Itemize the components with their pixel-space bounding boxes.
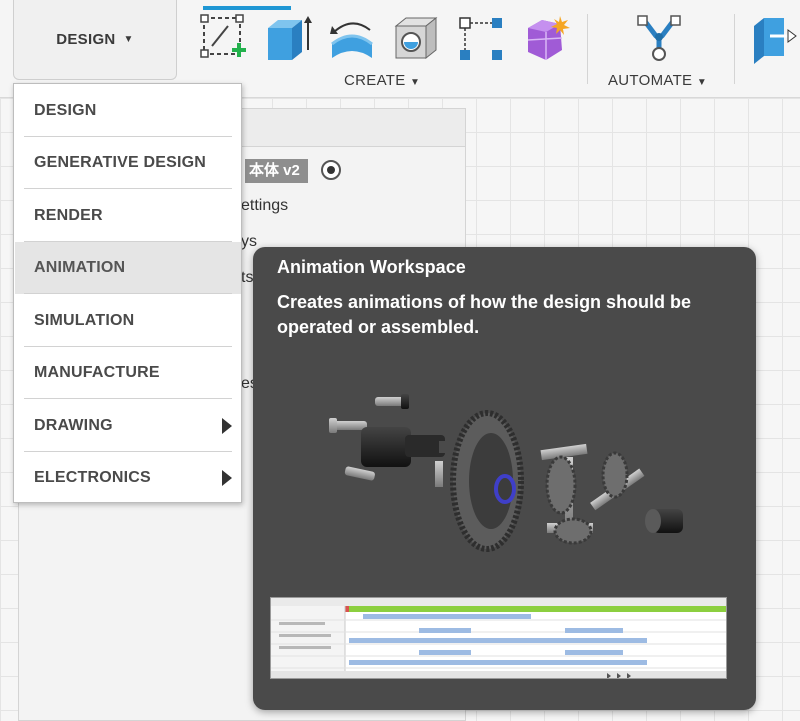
menu-item-drawing[interactable]: DRAWING xyxy=(15,400,241,452)
bolt-part xyxy=(375,394,409,409)
activate-radio-icon[interactable] xyxy=(321,160,341,180)
exploded-assembly-image xyxy=(329,394,683,552)
workspace-tooltip: Animation Workspace Creates animations o… xyxy=(253,247,756,710)
workspace-label: DESIGN xyxy=(56,31,116,48)
create-group-label[interactable]: CREATE xyxy=(344,72,406,89)
menu-item-electronics[interactable]: ELECTRONICS xyxy=(15,452,241,504)
submenu-arrow-icon xyxy=(222,470,232,486)
browser-row-settings[interactable]: ettings xyxy=(241,197,288,215)
workspace-menu: DESIGN GENERATIVE DESIGN RENDER ANIMATIO… xyxy=(13,83,242,503)
automate-icon[interactable] xyxy=(634,14,686,64)
toolbar-separator xyxy=(587,14,588,84)
active-tool-indicator xyxy=(203,6,291,10)
browser-row-units[interactable]: ts xyxy=(241,269,253,287)
menu-item-simulation[interactable]: SIMULATION xyxy=(15,295,241,347)
menu-item-design[interactable]: DESIGN xyxy=(15,85,241,137)
create-sketch-icon[interactable] xyxy=(198,14,250,64)
menu-item-generative-design[interactable]: GENERATIVE DESIGN xyxy=(15,137,241,189)
create-form-icon[interactable] xyxy=(520,14,572,64)
caret-down-icon: ▼ xyxy=(123,34,134,45)
hole-icon[interactable] xyxy=(390,14,442,64)
modify-icon[interactable] xyxy=(750,14,800,64)
active-document-name[interactable]: 本体 v2 xyxy=(245,159,308,183)
bolt-part xyxy=(329,418,367,433)
workspace-switcher-button[interactable]: DESIGN ▼ xyxy=(13,0,177,80)
axle-part xyxy=(590,451,645,511)
timeline-graphic xyxy=(271,598,726,678)
gear-housing-part xyxy=(361,427,453,487)
caret-down-icon[interactable]: ▼ xyxy=(410,77,420,88)
differential-cage-part xyxy=(540,443,593,545)
tooltip-description: Creates animations of how the design sho… xyxy=(277,292,692,337)
animation-timeline-preview xyxy=(270,597,727,679)
bolt-part xyxy=(344,466,375,481)
menu-divider xyxy=(24,398,232,399)
toolbar-separator xyxy=(734,14,735,84)
automate-group-label[interactable]: AUTOMATE xyxy=(608,72,692,89)
submenu-arrow-icon xyxy=(222,418,232,434)
revolve-icon[interactable] xyxy=(326,14,378,64)
menu-item-render[interactable]: RENDER xyxy=(15,190,241,242)
pattern-icon[interactable] xyxy=(456,14,508,64)
end-cap-part xyxy=(645,509,683,533)
menu-divider xyxy=(24,293,232,294)
menu-item-manufacture[interactable]: MANUFACTURE xyxy=(15,347,241,399)
browser-row-views[interactable]: ys xyxy=(241,233,257,251)
menu-divider xyxy=(24,188,232,189)
ring-gear-part xyxy=(450,410,524,552)
caret-down-icon[interactable]: ▼ xyxy=(697,77,707,88)
extrude-icon[interactable] xyxy=(262,14,314,64)
menu-item-animation[interactable]: ANIMATION xyxy=(15,242,241,294)
tooltip-title: Animation Workspace xyxy=(277,257,466,277)
